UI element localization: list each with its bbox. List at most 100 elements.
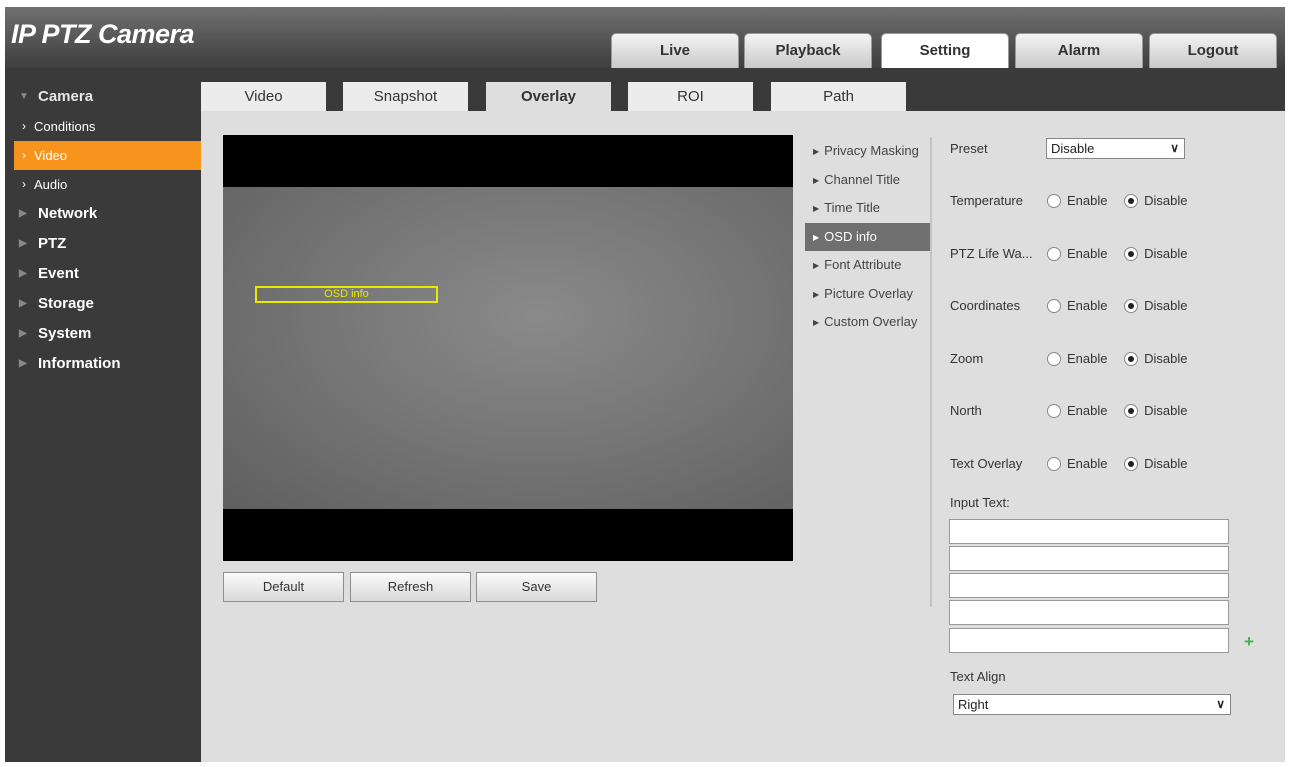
triangle-right-icon: ▶ (813, 232, 820, 242)
input-text-label: Input Text: (950, 495, 1010, 510)
subtab-snapshot[interactable]: Snapshot (343, 82, 468, 111)
chevron-down-icon: ∨ (1170, 141, 1179, 155)
chevron-right-icon: › (22, 119, 26, 133)
sidebar-sub-audio[interactable]: › Audio (5, 170, 201, 199)
sidebar-sub-conditions[interactable]: › Conditions (5, 112, 201, 141)
triangle-right-icon: ▶ (19, 268, 27, 279)
north-disable-radio[interactable] (1124, 404, 1139, 418)
menu-item-font-attribute[interactable]: ▶ Font Attribute (805, 251, 931, 280)
triangle-right-icon: ▶ (813, 261, 820, 270)
sidebar-sub-video[interactable]: › Video (14, 141, 201, 170)
preset-select[interactable]: Disable ∨ (1046, 138, 1185, 159)
sidebar: ▼ Camera › Conditions › Video › Audio ▶ … (5, 82, 201, 379)
menu-item-label: Custom Overlay (824, 314, 918, 329)
camera-image: OSD info (223, 187, 793, 509)
sidebar-sub-label: Audio (34, 177, 68, 192)
menu-item-label: Channel Title (824, 171, 901, 187)
save-button[interactable]: Save (476, 572, 597, 602)
menu-item-privacy-masking[interactable]: ▶ Privacy Masking (805, 137, 931, 166)
chevron-right-icon: › (22, 177, 26, 191)
enable-label: Enable (1067, 298, 1108, 313)
add-plus-icon[interactable]: + (1244, 632, 1254, 652)
north-radio-group: Enable Disable (1047, 400, 1200, 422)
nav-tab-live[interactable]: Live (611, 33, 739, 68)
preset-label: Preset (950, 141, 988, 156)
app-title: IP PTZ Camera (11, 19, 195, 49)
input-text-2[interactable] (949, 546, 1229, 571)
text-overlay-disable-radio[interactable] (1124, 457, 1139, 471)
triangle-right-icon: ▶ (19, 358, 27, 369)
triangle-right-icon: ▶ (813, 147, 820, 156)
sidebar-item-ptz[interactable]: ▶ PTZ (5, 229, 201, 259)
disable-label: Disable (1144, 456, 1188, 471)
zoom-disable-radio[interactable] (1124, 352, 1139, 366)
triangle-right-icon: ▶ (19, 298, 27, 309)
chevron-right-icon: › (22, 148, 26, 162)
ptz-life-enable-radio[interactable] (1047, 247, 1061, 261)
coordinates-radio-group: Enable Disable (1047, 295, 1200, 317)
refresh-button[interactable]: Refresh (350, 572, 471, 602)
menu-item-channel-title[interactable]: ▶ Channel Title (805, 166, 931, 195)
nav-tab-setting[interactable]: Setting (881, 33, 1009, 68)
nav-tab-alarm[interactable]: Alarm (1015, 33, 1143, 68)
zoom-radio-group: Enable Disable (1047, 348, 1200, 370)
text-overlay-label: Text Overlay (950, 456, 1023, 471)
subtab-path[interactable]: Path (771, 82, 906, 111)
disable-label: Disable (1144, 246, 1188, 261)
input-text-5[interactable] (949, 628, 1229, 653)
subtab-roi[interactable]: ROI (628, 82, 753, 111)
temperature-disable-radio[interactable] (1124, 194, 1139, 208)
subtab-video[interactable]: Video (201, 82, 326, 111)
default-button[interactable]: Default (223, 572, 344, 602)
text-overlay-radio-group: Enable Disable (1047, 453, 1200, 475)
menu-item-label: OSD info (824, 228, 877, 244)
sidebar-item-label: Information (38, 355, 121, 372)
triangle-right-icon: ▶ (813, 175, 820, 185)
coordinates-label: Coordinates (950, 298, 1021, 313)
ptz-life-label: PTZ Life Wa... (950, 246, 1033, 261)
triangle-right-icon: ▶ (19, 238, 27, 249)
coordinates-disable-radio[interactable] (1124, 299, 1139, 313)
enable-label: Enable (1067, 246, 1108, 261)
triangle-right-icon: ▶ (19, 328, 27, 339)
enable-label: Enable (1067, 456, 1108, 471)
menu-item-time-title[interactable]: ▶ Time Title (805, 194, 931, 223)
ptz-life-radio-group: Enable Disable (1047, 243, 1200, 265)
menu-item-custom-overlay[interactable]: ▶ Custom Overlay (805, 308, 931, 337)
sidebar-item-event[interactable]: ▶ Event (5, 259, 201, 289)
coordinates-enable-radio[interactable] (1047, 299, 1061, 313)
sidebar-item-label: Camera (38, 88, 94, 105)
sidebar-item-network[interactable]: ▶ Network (5, 199, 201, 229)
text-align-select[interactable]: Right ∨ (953, 694, 1231, 715)
menu-item-label: Picture Overlay (824, 285, 914, 301)
temperature-label: Temperature (950, 193, 1023, 208)
sidebar-item-camera[interactable]: ▼ Camera (5, 82, 201, 112)
nav-tab-playback[interactable]: Playback (744, 33, 872, 68)
sidebar-item-information[interactable]: ▶ Information (5, 349, 201, 379)
text-align-value: Right (958, 697, 989, 712)
osd-info-box[interactable]: OSD info (255, 286, 438, 303)
zoom-label: Zoom (950, 351, 984, 366)
triangle-right-icon: ▶ (813, 204, 820, 213)
sidebar-sub-label: Conditions (34, 119, 96, 134)
triangle-down-icon: ▼ (19, 91, 29, 102)
sidebar-item-storage[interactable]: ▶ Storage (5, 289, 201, 319)
sidebar-item-system[interactable]: ▶ System (5, 319, 201, 349)
temperature-enable-radio[interactable] (1047, 194, 1061, 208)
zoom-enable-radio[interactable] (1047, 352, 1061, 366)
triangle-right-icon: ▶ (813, 289, 820, 299)
north-enable-radio[interactable] (1047, 404, 1061, 418)
disable-label: Disable (1144, 193, 1188, 208)
menu-item-picture-overlay[interactable]: ▶ Picture Overlay (805, 280, 931, 309)
input-text-3[interactable] (949, 573, 1229, 598)
subtab-overlay[interactable]: Overlay (486, 82, 611, 112)
nav-tab-logout[interactable]: Logout (1149, 33, 1277, 68)
menu-item-osd-info[interactable]: ▶ OSD info (805, 222, 931, 251)
disable-label: Disable (1144, 403, 1188, 418)
input-text-1[interactable] (949, 519, 1229, 544)
ptz-life-disable-radio[interactable] (1124, 247, 1139, 261)
sidebar-sub-label: Video (34, 148, 68, 163)
text-overlay-enable-radio[interactable] (1047, 457, 1061, 471)
menu-item-label: Time Title (824, 200, 881, 215)
input-text-4[interactable] (949, 600, 1229, 625)
